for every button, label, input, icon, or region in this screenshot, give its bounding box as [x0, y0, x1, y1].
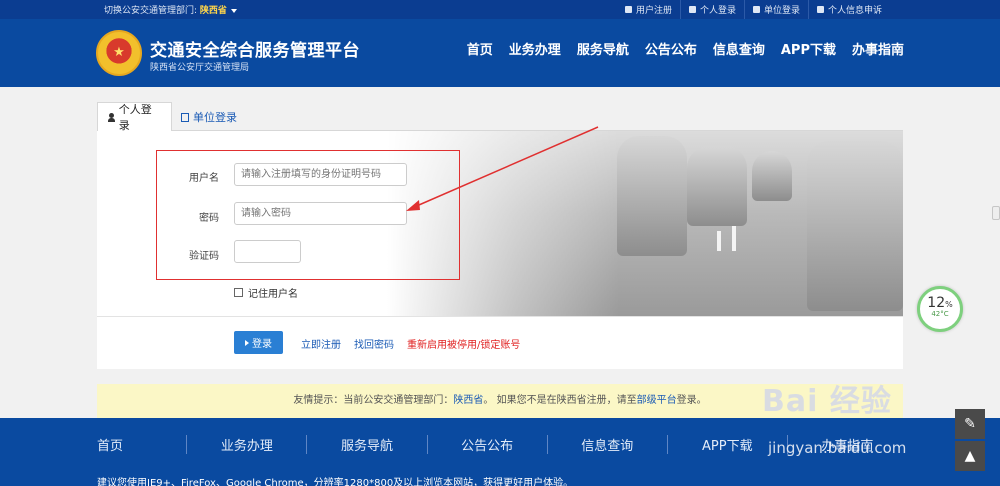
nav-home[interactable]: 首页	[467, 39, 493, 58]
unit-login-link[interactable]: 单位登录	[743, 0, 808, 19]
notice-dept: 陕西省	[453, 395, 484, 406]
department-switcher-value: 陕西省	[199, 6, 227, 16]
tab-personal-login-label: 个人登录	[118, 103, 152, 132]
captcha-input[interactable]	[234, 240, 301, 263]
tab-unit-login[interactable]: 单位登录	[171, 102, 247, 132]
watermark-url: jingyan.baidu.com	[768, 439, 907, 457]
appeal-label: 个人信息申诉	[827, 6, 882, 16]
captcha-label: 验证码	[189, 251, 219, 262]
traffic-background-image	[387, 131, 903, 316]
user-icon	[816, 6, 824, 13]
site-header: ★ 交通安全综合服务管理平台 陕西省公安厅交通管理局 首页 业务办理 服务导航 …	[0, 19, 1000, 87]
top-bar: 切换公安交通管理部门: 陕西省 用户注册 个人登录 单位登录 个人信息申诉	[0, 0, 1000, 19]
user-icon	[688, 6, 696, 13]
password-input[interactable]	[234, 202, 407, 225]
tab-unit-login-label: 单位登录	[193, 111, 237, 124]
footer-nav-business[interactable]: 业务办理	[186, 435, 306, 454]
notice-suffix: 。 如果您不是在陕西省注册，请至	[483, 395, 637, 406]
footer-nav-announcements[interactable]: 公告公布	[426, 435, 547, 454]
recover-password-link[interactable]: 找回密码	[354, 336, 394, 351]
road-marking	[717, 231, 721, 251]
divider	[97, 316, 903, 317]
caret-down-icon	[230, 8, 237, 13]
gauge-percent: 12%	[927, 295, 953, 311]
back-to-top-button[interactable]: ▲	[955, 441, 985, 471]
footer-nav-info-query[interactable]: 信息查询	[546, 435, 667, 454]
department-switcher-label: 切换公安交通管理部门:	[104, 6, 200, 16]
user-register-label: 用户注册	[635, 6, 672, 16]
scrollbar-thumb[interactable]	[992, 206, 1000, 220]
ministry-platform-link[interactable]: 部级平台	[637, 395, 677, 406]
site-title: 交通安全综合服务管理平台	[150, 41, 360, 61]
password-label: 密码	[199, 213, 219, 224]
login-button[interactable]: 登录	[234, 331, 283, 354]
gauge-temperature: 42°C	[931, 310, 949, 318]
remember-username[interactable]: 记住用户名	[234, 285, 298, 300]
login-panel: 用户名 密码 验证码 记住用户名 登录 立即注册 找回密码 重新启用被停用/锁定…	[97, 131, 903, 369]
pencil-icon: ✎	[964, 416, 976, 432]
police-emblem-logo: ★	[96, 30, 142, 76]
username-input[interactable]	[234, 163, 407, 186]
document-icon	[181, 112, 189, 122]
remember-username-checkbox[interactable]	[234, 288, 243, 297]
user-icon	[108, 112, 115, 122]
remember-username-label: 记住用户名	[248, 289, 298, 300]
unit-login-label: 单位登录	[763, 6, 800, 16]
car-image	[807, 141, 903, 311]
nav-service-guide[interactable]: 服务导航	[577, 39, 629, 58]
main-nav: 首页 业务办理 服务导航 公告公布 信息查询 APP下载 办事指南	[467, 39, 904, 58]
car-image	[617, 136, 687, 256]
road-marking	[732, 226, 736, 251]
register-link[interactable]: 立即注册	[301, 336, 341, 351]
baidu-jingyan-watermark: Bai 经验	[762, 384, 892, 419]
car-image	[752, 151, 792, 201]
footer-nav-service-guide[interactable]: 服务导航	[306, 435, 426, 454]
nav-info-query[interactable]: 信息查询	[713, 39, 765, 58]
top-links: 用户注册 个人登录 单位登录 个人信息申诉	[617, 0, 890, 19]
plus-icon	[624, 6, 632, 13]
system-monitor-widget[interactable]: 12% 42°C	[917, 286, 963, 332]
personal-login-label: 个人登录	[699, 6, 736, 16]
appeal-link[interactable]: 个人信息申诉	[807, 0, 890, 19]
nav-business[interactable]: 业务办理	[509, 39, 561, 58]
user-register-link[interactable]: 用户注册	[617, 0, 680, 19]
notice-prefix: 友情提示：当前公安交通管理部门：	[293, 395, 454, 406]
personal-login-link[interactable]: 个人登录	[679, 0, 744, 19]
department-switcher[interactable]: 切换公安交通管理部门: 陕西省	[104, 3, 237, 16]
nav-guide[interactable]: 办事指南	[852, 39, 904, 58]
site-subtitle: 陕西省公安厅交通管理局	[150, 63, 250, 73]
arrow-up-icon: ▲	[964, 448, 976, 464]
footer-nav-home[interactable]: 首页	[97, 435, 186, 454]
nav-announcements[interactable]: 公告公布	[645, 39, 697, 58]
tab-personal-login[interactable]: 个人登录	[97, 102, 172, 132]
edit-button[interactable]: ✎	[955, 409, 985, 439]
sign-in-icon	[245, 339, 249, 346]
username-label: 用户名	[189, 173, 219, 184]
nav-app-download[interactable]: APP下载	[781, 39, 836, 58]
car-image	[687, 146, 747, 226]
building-icon	[752, 6, 760, 13]
star-icon: ★	[113, 44, 125, 60]
login-tabs: 个人登录 单位登录	[97, 102, 903, 132]
browser-recommendation: 建议您使用IE9+、FireFox、Google Chrome，分辨率1280*…	[97, 478, 574, 486]
notice-end: 登录。	[676, 395, 707, 406]
login-button-label: 登录	[252, 339, 272, 350]
reactivate-account-link[interactable]: 重新启用被停用/锁定账号	[407, 336, 520, 351]
